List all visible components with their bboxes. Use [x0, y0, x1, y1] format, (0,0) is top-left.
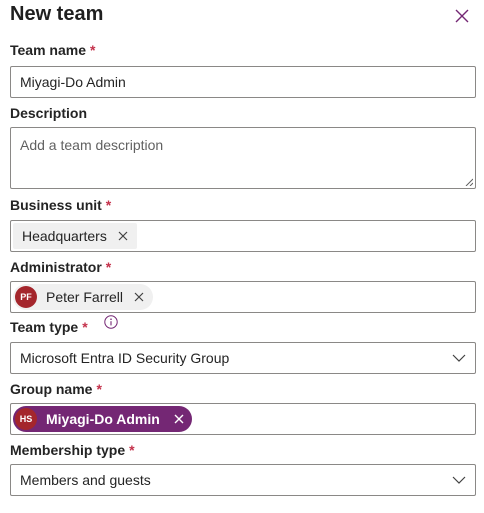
avatar: HS [15, 408, 37, 430]
group-name-chip-label: Miyagi-Do Admin [46, 411, 160, 427]
team-name-value: Miyagi-Do Admin [20, 74, 126, 90]
membership-type-value: Members and guests [20, 472, 151, 488]
membership-type-label: Membership type * [10, 442, 135, 458]
avatar: PF [15, 286, 37, 308]
chevron-down-icon [452, 354, 466, 362]
team-type-label: Team type * [10, 319, 88, 335]
close-button[interactable] [453, 7, 471, 25]
business-unit-lookup[interactable]: Headquarters [10, 220, 476, 252]
membership-type-dropdown[interactable]: Members and guests [10, 464, 476, 496]
administrator-chip[interactable]: PF Peter Farrell [13, 284, 154, 310]
team-name-input[interactable]: Miyagi-Do Admin [10, 66, 476, 98]
description-label: Description [10, 105, 88, 121]
chevron-down-icon [452, 476, 466, 484]
resize-grip-icon[interactable] [465, 178, 473, 186]
team-name-label: Team name * [10, 42, 96, 58]
description-textarea[interactable]: Add a team description [10, 127, 476, 189]
info-icon[interactable] [104, 315, 118, 329]
group-name-chip[interactable]: HS Miyagi-Do Admin [13, 406, 192, 432]
administrator-label: Administrator * [10, 259, 112, 275]
team-type-dropdown[interactable]: Microsoft Entra ID Security Group [10, 342, 476, 374]
group-name-label: Group name * [10, 381, 102, 397]
description-placeholder: Add a team description [20, 137, 164, 153]
group-name-lookup[interactable]: HS Miyagi-Do Admin [10, 403, 476, 435]
panel-title: New team [10, 3, 104, 25]
close-icon [455, 9, 469, 23]
team-type-value: Microsoft Entra ID Security Group [20, 350, 230, 366]
remove-icon[interactable] [117, 230, 129, 242]
business-unit-chip-label: Headquarters [22, 228, 107, 244]
administrator-chip-label: Peter Farrell [46, 289, 124, 305]
business-unit-chip[interactable]: Headquarters [13, 223, 137, 249]
remove-icon[interactable] [173, 413, 185, 425]
administrator-lookup[interactable]: PF Peter Farrell [10, 281, 476, 313]
remove-icon[interactable] [133, 291, 145, 303]
business-unit-label: Business unit * [10, 197, 112, 213]
